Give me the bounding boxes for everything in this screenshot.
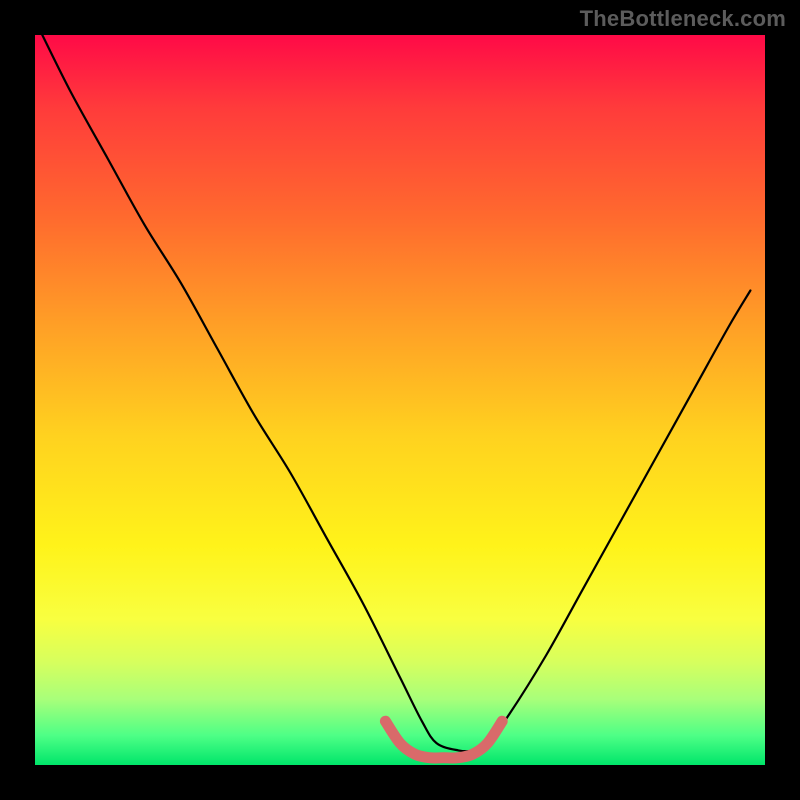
bottleneck-curve — [42, 35, 750, 751]
plot-area — [35, 35, 765, 765]
chart-frame: TheBottleneck.com — [0, 0, 800, 800]
curve-layer — [35, 35, 765, 765]
watermark-text: TheBottleneck.com — [580, 6, 786, 32]
optimal-range-marker — [385, 721, 502, 758]
